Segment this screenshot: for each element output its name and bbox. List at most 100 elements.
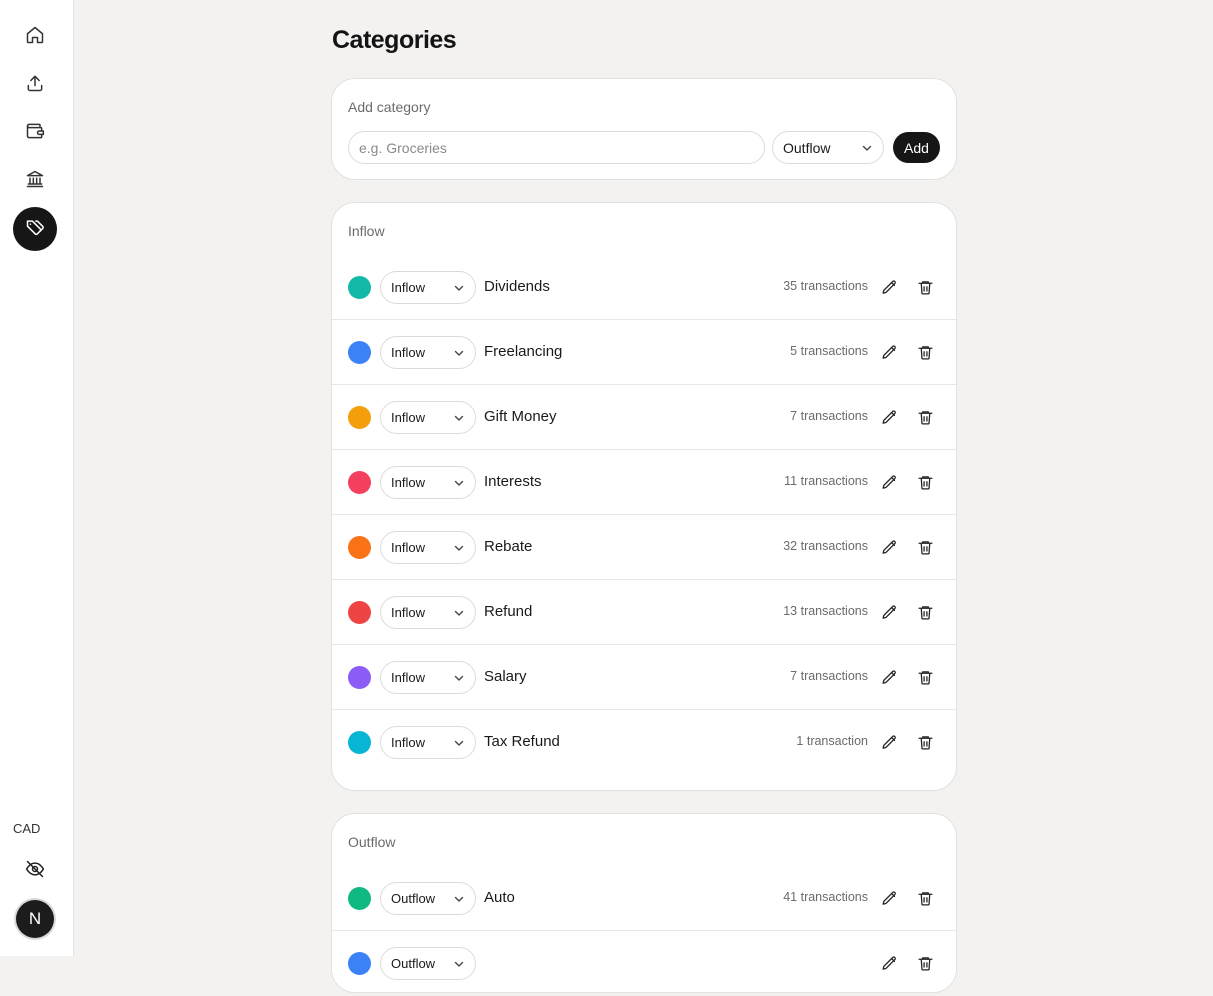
category-color-swatch[interactable] <box>348 731 371 754</box>
edit-button[interactable] <box>879 888 899 908</box>
pencil-icon <box>881 955 896 970</box>
edit-button[interactable] <box>879 277 899 297</box>
trash-icon <box>917 475 933 490</box>
category-color-swatch[interactable] <box>348 341 371 364</box>
bank-icon <box>25 169 45 194</box>
category-row: Inflow Rebate 32 transactions <box>332 515 956 580</box>
category-name: Refund <box>484 603 533 620</box>
transaction-count: 7 transactions <box>790 409 868 423</box>
nav-home[interactable] <box>13 15 57 59</box>
category-row: Outflow <box>332 931 956 996</box>
chevron-down-icon <box>861 142 873 154</box>
category-color-swatch[interactable] <box>348 601 371 624</box>
category-type-select[interactable]: Inflow <box>380 661 476 694</box>
chevron-down-icon <box>453 958 465 970</box>
sidebar: CAD N <box>0 0 74 956</box>
transaction-count: 13 transactions <box>783 604 868 618</box>
category-row: Inflow Tax Refund 1 transaction <box>332 710 956 775</box>
category-color-swatch[interactable] <box>348 471 371 494</box>
category-type-select[interactable]: Inflow <box>380 401 476 434</box>
category-type-value: Outflow <box>391 956 436 971</box>
page-title: Categories <box>332 26 457 54</box>
delete-button[interactable] <box>915 277 935 297</box>
delete-button[interactable] <box>915 472 935 492</box>
delete-button[interactable] <box>915 732 935 752</box>
currency-label[interactable]: CAD <box>13 821 40 836</box>
category-type-value: Inflow <box>391 670 425 685</box>
chevron-down-icon <box>453 893 465 905</box>
edit-button[interactable] <box>879 342 899 362</box>
hide-values-toggle[interactable] <box>13 849 57 893</box>
delete-button[interactable] <box>915 667 935 687</box>
add-category-button[interactable]: Add <box>893 132 940 163</box>
category-type-select[interactable]: Outflow <box>772 131 884 164</box>
nav-import[interactable] <box>13 63 57 107</box>
trash-icon <box>917 891 933 906</box>
category-name: Salary <box>484 668 527 685</box>
category-name: Dividends <box>484 278 550 295</box>
trash-icon <box>917 280 933 295</box>
edit-button[interactable] <box>879 667 899 687</box>
nav-institutions[interactable] <box>13 159 57 203</box>
category-color-swatch[interactable] <box>348 666 371 689</box>
category-type-select[interactable]: Outflow <box>380 882 476 915</box>
category-color-swatch[interactable] <box>348 952 371 975</box>
chevron-down-icon <box>453 737 465 749</box>
delete-button[interactable] <box>915 537 935 557</box>
nav-accounts[interactable] <box>13 111 57 155</box>
delete-button[interactable] <box>915 342 935 362</box>
delete-button[interactable] <box>915 407 935 427</box>
category-type-select[interactable]: Inflow <box>380 466 476 499</box>
category-type-value: Inflow <box>391 280 425 295</box>
category-row: Inflow Gift Money 7 transactions <box>332 385 956 450</box>
category-type-select[interactable]: Inflow <box>380 336 476 369</box>
pencil-icon <box>881 604 896 619</box>
edit-button[interactable] <box>879 732 899 752</box>
category-row: Outflow Auto 41 transactions <box>332 866 956 931</box>
add-category-label: Add category <box>348 99 431 115</box>
tags-icon <box>25 217 45 242</box>
category-name: Freelancing <box>484 343 563 360</box>
pencil-icon <box>881 539 896 554</box>
edit-button[interactable] <box>879 602 899 622</box>
delete-button[interactable] <box>915 602 935 622</box>
category-type-select[interactable]: Inflow <box>380 726 476 759</box>
trash-icon <box>917 540 933 555</box>
avatar[interactable]: N <box>16 900 54 938</box>
trash-icon <box>917 410 933 425</box>
edit-button[interactable] <box>879 407 899 427</box>
category-type-select[interactable]: Inflow <box>380 531 476 564</box>
add-category-card: Add category Outflow Add <box>331 78 957 180</box>
pencil-icon <box>881 474 896 489</box>
delete-button[interactable] <box>915 888 935 908</box>
category-type-select[interactable]: Outflow <box>380 947 476 980</box>
transaction-count: 32 transactions <box>783 539 868 553</box>
nav-categories[interactable] <box>13 207 57 251</box>
category-type-value: Inflow <box>391 475 425 490</box>
edit-button[interactable] <box>879 537 899 557</box>
edit-button[interactable] <box>879 472 899 492</box>
category-name-input[interactable] <box>348 131 765 164</box>
category-type-select[interactable]: Inflow <box>380 271 476 304</box>
category-name: Auto <box>484 889 515 906</box>
category-type-value: Outflow <box>783 139 831 156</box>
category-type-value: Inflow <box>391 605 425 620</box>
wallet-icon <box>25 121 45 146</box>
trash-icon <box>917 345 933 360</box>
category-color-swatch[interactable] <box>348 536 371 559</box>
category-row: Inflow Freelancing 5 transactions <box>332 320 956 385</box>
category-color-swatch[interactable] <box>348 406 371 429</box>
trash-icon <box>917 956 933 971</box>
category-color-swatch[interactable] <box>348 887 371 910</box>
category-type-select[interactable]: Inflow <box>380 596 476 629</box>
inflow-list: Inflow Dividends 35 transactions Inflow … <box>332 255 956 775</box>
delete-button[interactable] <box>915 953 935 973</box>
edit-button[interactable] <box>879 953 899 973</box>
pencil-icon <box>881 344 896 359</box>
category-color-swatch[interactable] <box>348 276 371 299</box>
trash-icon <box>917 735 933 750</box>
transaction-count: 11 transactions <box>784 474 868 488</box>
category-type-value: Outflow <box>391 891 436 906</box>
trash-icon <box>917 670 933 685</box>
transaction-count: 7 transactions <box>790 669 868 683</box>
